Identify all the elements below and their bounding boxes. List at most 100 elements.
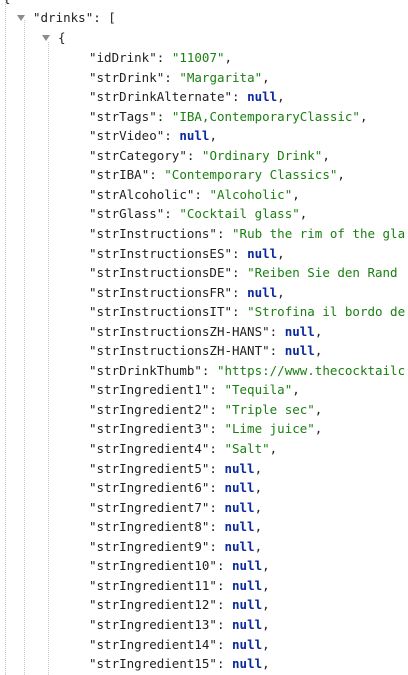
json-string-value: "Strofina il bordo de (247, 304, 406, 320)
json-key: "strTags" (89, 108, 157, 124)
json-key: "strIngredient1" (89, 382, 210, 398)
json-key: "strDrinkThumb" (89, 362, 202, 378)
json-field-row: "strVideo": null, (89, 128, 217, 144)
json-key: "strIngredient9" (89, 538, 210, 554)
json-string-value: "Contemporary Classics" (164, 167, 338, 183)
json-null-value: null (232, 597, 263, 613)
json-field-row: "strInstructionsZH-HANS": null, (89, 323, 323, 339)
json-key: "strVideo" (89, 128, 165, 144)
json-string-value: "Reiben Sie den Rand (247, 265, 398, 281)
json-null-value: null (232, 636, 263, 652)
json-field-row: "strTags": "IBA,ContemporaryClassic", (89, 108, 368, 124)
json-field-row: "strIngredient7": null, (89, 499, 263, 515)
json-key: "strIngredient7" (89, 499, 210, 515)
json-key: "strInstructionsES" (89, 245, 232, 261)
json-null-value: null (232, 616, 263, 632)
json-field-row: "strCategory": "Ordinary Drink", (89, 147, 330, 163)
json-field-row: "strAlcoholic": "Alcoholic", (89, 186, 300, 202)
json-string-value: "Rub the rim of the gla (232, 225, 406, 241)
json-field-row: "strDrink": "Margarita", (89, 69, 270, 85)
indent-guide-object (48, 42, 49, 675)
json-string-value: "11007" (171, 50, 225, 65)
json-field-row: "strIngredient3": "Lime juice", (89, 421, 323, 437)
json-string-value: "Lime juice" (224, 421, 315, 437)
json-string-value: "https://www.thecocktailc (216, 362, 406, 378)
object-open-brace: { (58, 30, 66, 45)
json-string-value: "Margarita" (179, 69, 263, 85)
json-key: "strIngredient4" (89, 441, 210, 456)
json-field-row: "strInstructionsZH-HANT": null, (89, 343, 323, 359)
json-key: "strIBA" (89, 167, 150, 183)
json-key: "strIngredient15" (89, 656, 217, 672)
json-key: "idDrink" (89, 50, 157, 65)
json-key: "strIngredient6" (89, 480, 210, 496)
json-key: "strDrink" (89, 69, 165, 85)
json-key: "strIngredient3" (89, 421, 210, 437)
json-null-value: null (232, 656, 263, 672)
json-string-value: "Cocktail glass" (179, 206, 300, 222)
json-null-value: null (179, 128, 210, 144)
json-field-row: "strIngredient1": "Tequila", (89, 382, 300, 398)
json-string-value: "IBA,ContemporaryClassic" (171, 108, 360, 124)
json-key: "strDrinkAlternate" (89, 89, 232, 105)
json-key: "strIngredient8" (89, 519, 210, 535)
json-key: "strInstructionsFR" (89, 284, 232, 300)
json-string-value: "Tequila" (224, 382, 293, 398)
json-key: "strInstructions" (89, 225, 217, 241)
json-key: "strIngredient2" (89, 401, 210, 417)
json-key: "strCategory" (89, 147, 187, 163)
array-open-bracket: [ (108, 10, 116, 25)
json-null-value: null (224, 480, 255, 496)
json-key: "strInstructionsDE" (89, 265, 232, 281)
collapse-toggle-drinks-icon[interactable] (17, 15, 25, 21)
indent-guide-root (5, 0, 6, 675)
json-key: "strInstructionsIT" (89, 304, 232, 320)
json-null-value: null (224, 460, 255, 476)
json-field-row: "strIngredient15": null, (89, 656, 270, 672)
json-field-row: "strIngredient13": null, (89, 616, 270, 632)
json-null-value: null (247, 245, 278, 261)
json-field-row: "strInstructionsDE": "Reiben Sie den Ran… (89, 265, 398, 281)
key-drinks: "drinks" (33, 10, 94, 25)
json-field-row: "strIngredient2": "Triple sec", (89, 401, 323, 417)
json-null-value: null (284, 343, 315, 359)
json-key: "strGlass" (89, 206, 165, 222)
json-field-row: "strInstructionsIT": "Strofina il bordo … (89, 304, 406, 320)
json-null-value: null (247, 89, 278, 105)
json-null-value: null (224, 499, 255, 515)
json-field-row: "strIngredient8": null, (89, 519, 263, 535)
root-open-brace-line: { (3, 0, 11, 8)
json-key: "strIngredient10" (89, 558, 217, 574)
json-string-value: "Ordinary Drink" (201, 147, 323, 163)
json-field-row: "strGlass": "Cocktail glass", (89, 206, 308, 222)
json-field-row: "strIBA": "Contemporary Classics", (89, 167, 345, 183)
json-field-row: "strIngredient14": null, (89, 636, 270, 652)
json-null-value: null (224, 519, 255, 535)
json-field-row: "strIngredient9": null, (89, 538, 263, 554)
json-key: "strIngredient14" (89, 636, 217, 652)
json-null-value: null (232, 558, 263, 574)
json-field-row: "strIngredient6": null, (89, 480, 263, 496)
json-string-value: "Salt" (224, 441, 270, 456)
collapse-toggle-object-icon[interactable] (42, 35, 50, 41)
json-field-row: "strDrinkThumb": "https://www.thecocktai… (89, 362, 406, 378)
json-field-row: "strIngredient4": "Salt", (89, 441, 278, 456)
indent-guide-array (24, 20, 25, 675)
json-field-row: "strDrinkAlternate": null, (89, 89, 285, 105)
json-viewer[interactable]: { "drinks": [ { "idDrink": "11007","strD… (0, 0, 408, 675)
json-field-row: "strIngredient10": null, (89, 558, 270, 574)
json-key: "strIngredient5" (89, 460, 210, 476)
json-field-row: "strIngredient12": null, (89, 597, 270, 613)
json-null-value: null (224, 538, 255, 554)
json-field-row: "strIngredient11": null, (89, 577, 270, 593)
json-key: "strIngredient13" (89, 616, 217, 632)
json-key: "strInstructionsZH-HANT" (89, 343, 270, 359)
json-field-row: "strInstructions": "Rub the rim of the g… (89, 225, 406, 241)
json-field-row: "idDrink": "11007", (89, 50, 233, 65)
json-string-value: "Alcoholic" (209, 186, 293, 202)
json-key: "strAlcoholic" (89, 186, 195, 202)
json-key: "strIngredient11" (89, 577, 217, 593)
json-field-row: "strInstructionsES": null, (89, 245, 285, 261)
json-null-value: null (247, 284, 278, 300)
json-null-value: null (232, 577, 263, 593)
